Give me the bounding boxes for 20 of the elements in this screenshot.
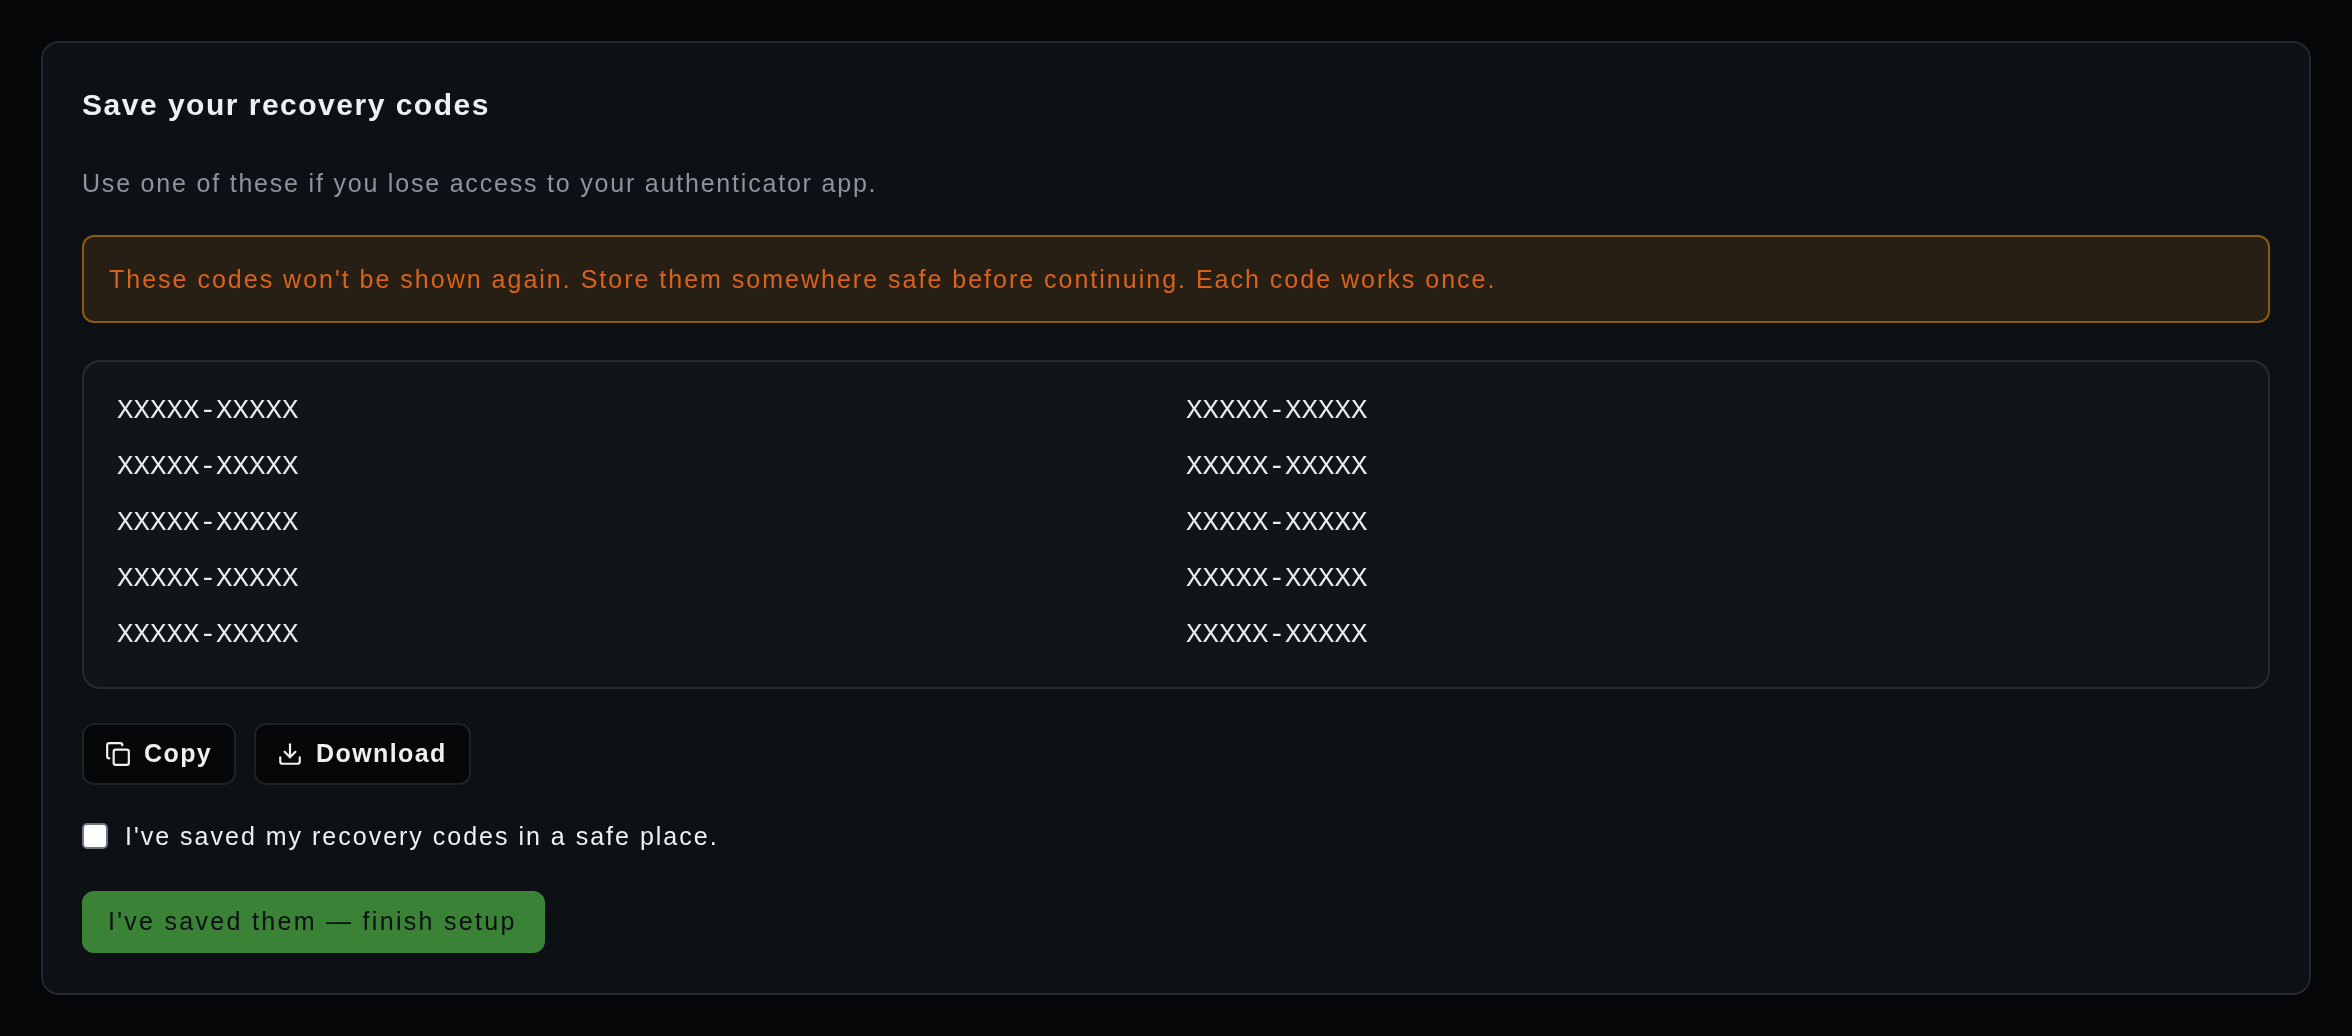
recovery-code: XXXXX-XXXXX xyxy=(1186,450,1368,484)
recovery-code: XXXXX-XXXXX xyxy=(117,618,299,652)
card-subtitle: Use one of these if you lose access to your authenticator app. xyxy=(82,168,878,198)
recovery-code: XXXXX-XXXXX xyxy=(1186,394,1368,428)
copy-button[interactable]: Copy xyxy=(82,723,237,785)
recovery-code: XXXXX-XXXXX xyxy=(117,562,299,596)
confirm-checkbox[interactable] xyxy=(82,823,108,849)
card-title: Save your recovery codes xyxy=(82,87,490,123)
recovery-code: XXXXX-XXXXX xyxy=(117,506,299,540)
finish-setup-button[interactable]: I've saved them — finish setup xyxy=(82,891,545,953)
recovery-code: XXXXX-XXXXX xyxy=(117,450,299,484)
recovery-code: XXXXX-XXXXX xyxy=(1186,562,1368,596)
download-button[interactable]: Download xyxy=(254,723,471,785)
recovery-code: XXXXX-XXXXX xyxy=(1186,506,1368,540)
warning-text: These codes won't be shown again. Store them somewhere safe before continuing. Each code works once. xyxy=(109,264,1497,294)
recovery-code: XXXXX-XXXXX xyxy=(117,394,299,428)
recovery-code: XXXXX-XXXXX xyxy=(1186,618,1368,652)
download-icon xyxy=(277,741,304,767)
copy-icon xyxy=(105,741,131,767)
confirm-label: I've saved my recovery codes in a safe place. xyxy=(125,821,719,851)
